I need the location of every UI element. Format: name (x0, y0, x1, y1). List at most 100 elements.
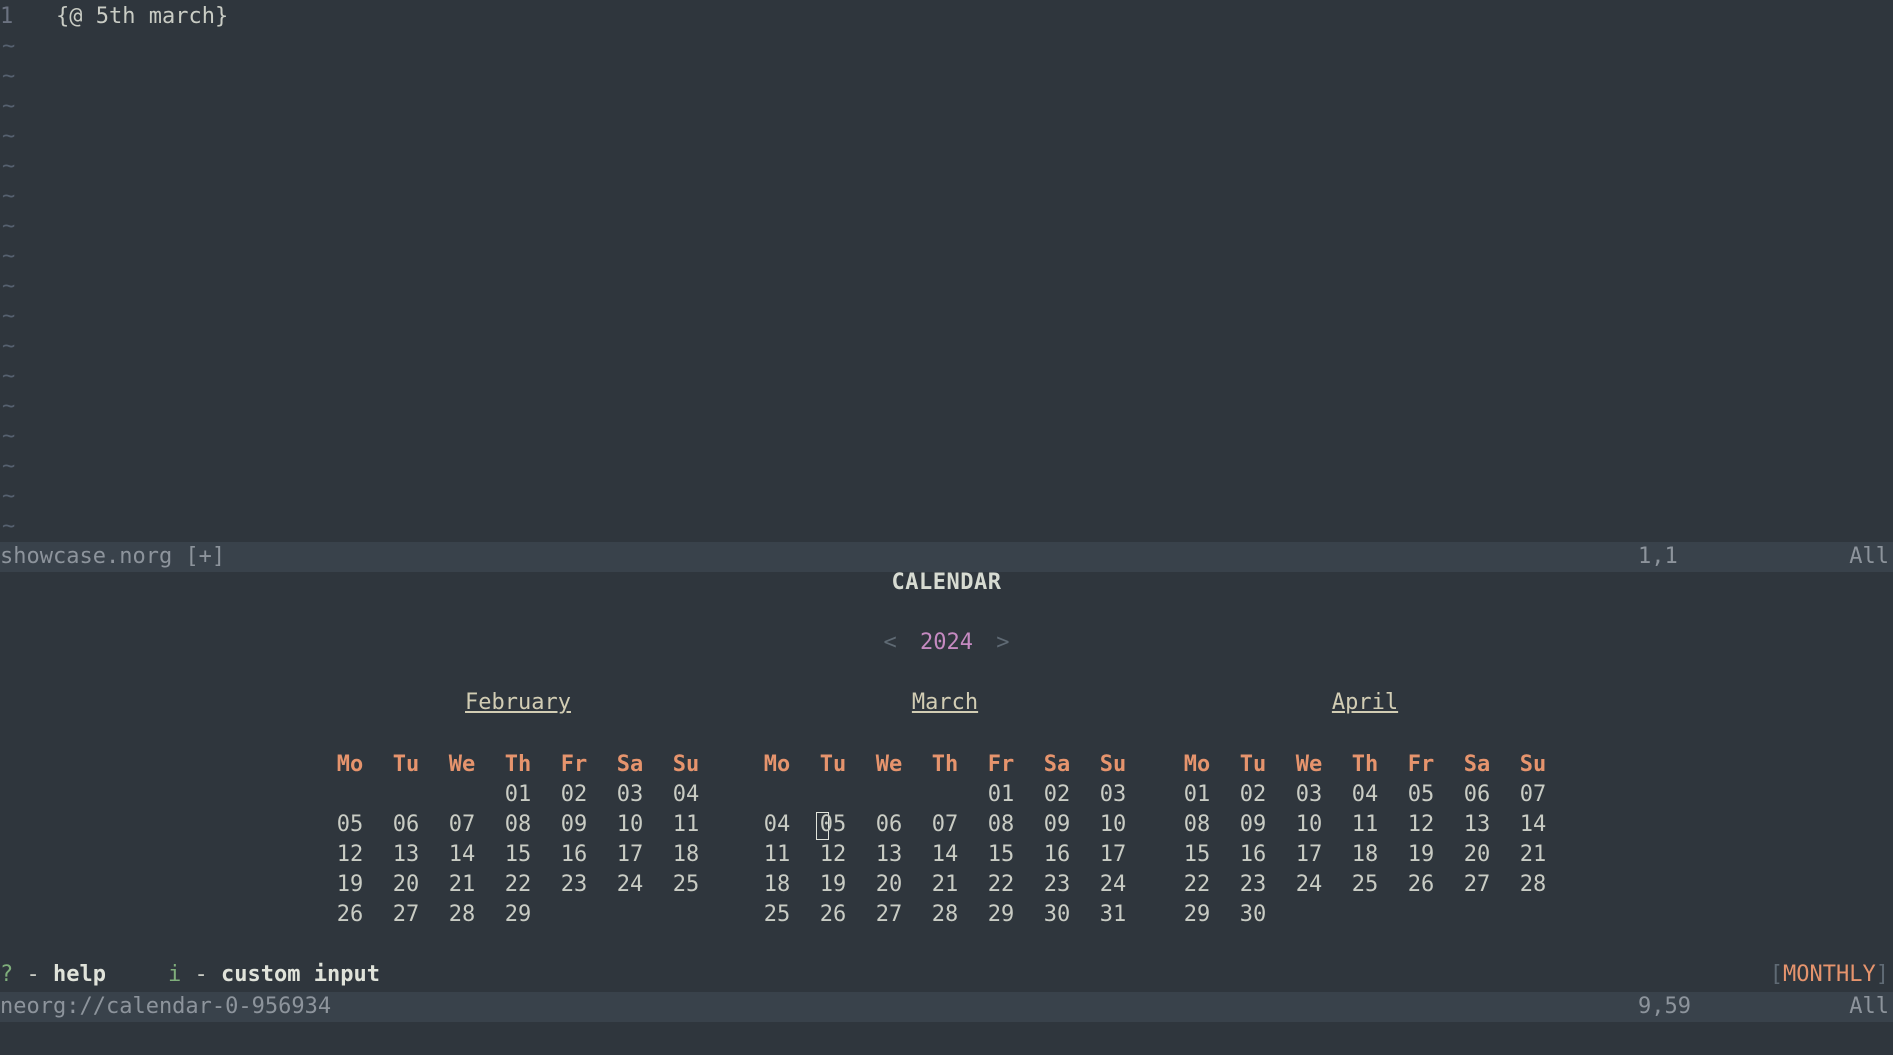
day-cell[interactable]: 04 (666, 780, 706, 810)
day-cell[interactable]: 22 (981, 870, 1021, 900)
day-cell[interactable]: 26 (813, 900, 853, 930)
prev-year-arrow-icon[interactable]: < (884, 630, 897, 655)
day-cell[interactable]: 29 (498, 900, 538, 930)
day-cell[interactable]: 04 (1345, 780, 1385, 810)
day-cell[interactable]: 09 (1037, 810, 1077, 840)
day-cell[interactable]: 11 (666, 810, 706, 840)
day-cell[interactable]: 06 (869, 810, 909, 840)
day-cell[interactable]: 02 (554, 780, 594, 810)
day-cell[interactable]: 17 (1093, 840, 1133, 870)
weekday-header: Th (504, 752, 532, 777)
day-label: 11 (763, 842, 791, 867)
day-cell[interactable]: 21 (925, 870, 965, 900)
day-cell[interactable]: 01 (498, 780, 538, 810)
day-cell[interactable]: 15 (498, 840, 538, 870)
day-cell[interactable]: 09 (554, 810, 594, 840)
day-cell[interactable]: 06 (1457, 780, 1497, 810)
next-year-arrow-icon[interactable]: > (996, 630, 1009, 655)
day-cell[interactable]: 19 (1401, 840, 1441, 870)
day-cell[interactable]: 03 (610, 780, 650, 810)
day-cell[interactable]: 21 (1513, 840, 1553, 870)
day-cell[interactable]: 12 (813, 840, 853, 870)
day-cell[interactable]: 23 (1037, 870, 1077, 900)
day-cell[interactable]: 14 (925, 840, 965, 870)
day-cell[interactable]: 10 (610, 810, 650, 840)
day-cell[interactable]: 18 (666, 840, 706, 870)
day-cell[interactable]: 23 (1233, 870, 1273, 900)
weekday-header: We (875, 752, 903, 777)
day-cell[interactable]: 15 (1177, 840, 1217, 870)
day-cell[interactable]: 29 (1177, 900, 1217, 930)
day-cell[interactable]: 11 (757, 840, 797, 870)
day-cell[interactable]: 17 (1289, 840, 1329, 870)
day-cell[interactable]: 05 (1401, 780, 1441, 810)
day-cell[interactable]: 07 (1513, 780, 1553, 810)
day-cell[interactable]: 29 (981, 900, 1021, 930)
day-label: 18 (1351, 842, 1379, 867)
day-cell[interactable]: 24 (1093, 870, 1133, 900)
day-cell[interactable]: 10 (1289, 810, 1329, 840)
day-cell[interactable]: 19 (330, 870, 370, 900)
day-cell[interactable]: 28 (925, 900, 965, 930)
day-cell[interactable]: 10 (1093, 810, 1133, 840)
day-cell[interactable]: 07 (442, 810, 482, 840)
day-cell[interactable]: 16 (1233, 840, 1273, 870)
day-cell[interactable]: 22 (1177, 870, 1217, 900)
day-cell[interactable]: 08 (498, 810, 538, 840)
day-cell[interactable]: 22 (498, 870, 538, 900)
day-cell[interactable]: 26 (1401, 870, 1441, 900)
day-cell[interactable]: 01 (981, 780, 1021, 810)
day-cell[interactable]: 07 (925, 810, 965, 840)
day-cell[interactable]: 18 (757, 870, 797, 900)
day-cell[interactable]: 08 (981, 810, 1021, 840)
day-cell[interactable]: 17 (610, 840, 650, 870)
day-cell[interactable]: 27 (1457, 870, 1497, 900)
day-cell[interactable]: 25 (1345, 870, 1385, 900)
day-cell[interactable]: 13 (869, 840, 909, 870)
day-cell[interactable]: 18 (1345, 840, 1385, 870)
day-cell[interactable]: 06 (386, 810, 426, 840)
day-cell[interactable]: 28 (442, 900, 482, 930)
year-selector[interactable]: < 2024 > (0, 630, 1893, 655)
day-cell[interactable]: 20 (869, 870, 909, 900)
day-cell[interactable]: 24 (610, 870, 650, 900)
day-cell[interactable]: 23 (554, 870, 594, 900)
day-cell[interactable]: 12 (1401, 810, 1441, 840)
day-cell[interactable]: 05 (330, 810, 370, 840)
day-cell[interactable]: 12 (330, 840, 370, 870)
day-cell[interactable]: 13 (1457, 810, 1497, 840)
help-key: ? (0, 962, 14, 987)
day-cell[interactable]: 26 (330, 900, 370, 930)
day-cell[interactable]: 08 (1177, 810, 1217, 840)
day-cell[interactable]: 25 (757, 900, 797, 930)
day-cell[interactable]: 16 (554, 840, 594, 870)
day-cell[interactable]: 20 (386, 870, 426, 900)
day-cell[interactable]: 14 (442, 840, 482, 870)
day-cell[interactable]: 31 (1093, 900, 1133, 930)
day-cell[interactable]: 14 (1513, 810, 1553, 840)
line-content[interactable]: {@ 5th march} (56, 2, 228, 32)
day-cell[interactable]: 30 (1037, 900, 1077, 930)
day-cell[interactable]: 24 (1289, 870, 1329, 900)
day-cell[interactable]: 02 (1233, 780, 1273, 810)
day-cell[interactable]: 09 (1233, 810, 1273, 840)
day-cell[interactable]: 27 (869, 900, 909, 930)
editor-buffer[interactable]: 1 {@ 5th march} ~ ~ ~ ~ ~ ~ ~ ~ ~ ~ ~ ~ ~ ~ ~ ~ ~ (0, 0, 1893, 540)
day-cell[interactable]: 01 (1177, 780, 1217, 810)
day-cell[interactable]: 13 (386, 840, 426, 870)
day-cell[interactable]: 02 (1037, 780, 1077, 810)
day-cell-selected[interactable]: 05 (813, 810, 853, 840)
day-cell[interactable]: 21 (442, 870, 482, 900)
day-cell[interactable]: 28 (1513, 870, 1553, 900)
day-cell[interactable]: 19 (813, 870, 853, 900)
day-cell[interactable]: 30 (1233, 900, 1273, 930)
day-cell[interactable]: 20 (1457, 840, 1497, 870)
day-cell[interactable]: 04 (757, 810, 797, 840)
day-cell[interactable]: 11 (1345, 810, 1385, 840)
day-cell[interactable]: 03 (1093, 780, 1133, 810)
day-cell[interactable]: 16 (1037, 840, 1077, 870)
day-cell[interactable]: 03 (1289, 780, 1329, 810)
day-cell[interactable]: 15 (981, 840, 1021, 870)
day-cell[interactable]: 27 (386, 900, 426, 930)
day-cell[interactable]: 25 (666, 870, 706, 900)
